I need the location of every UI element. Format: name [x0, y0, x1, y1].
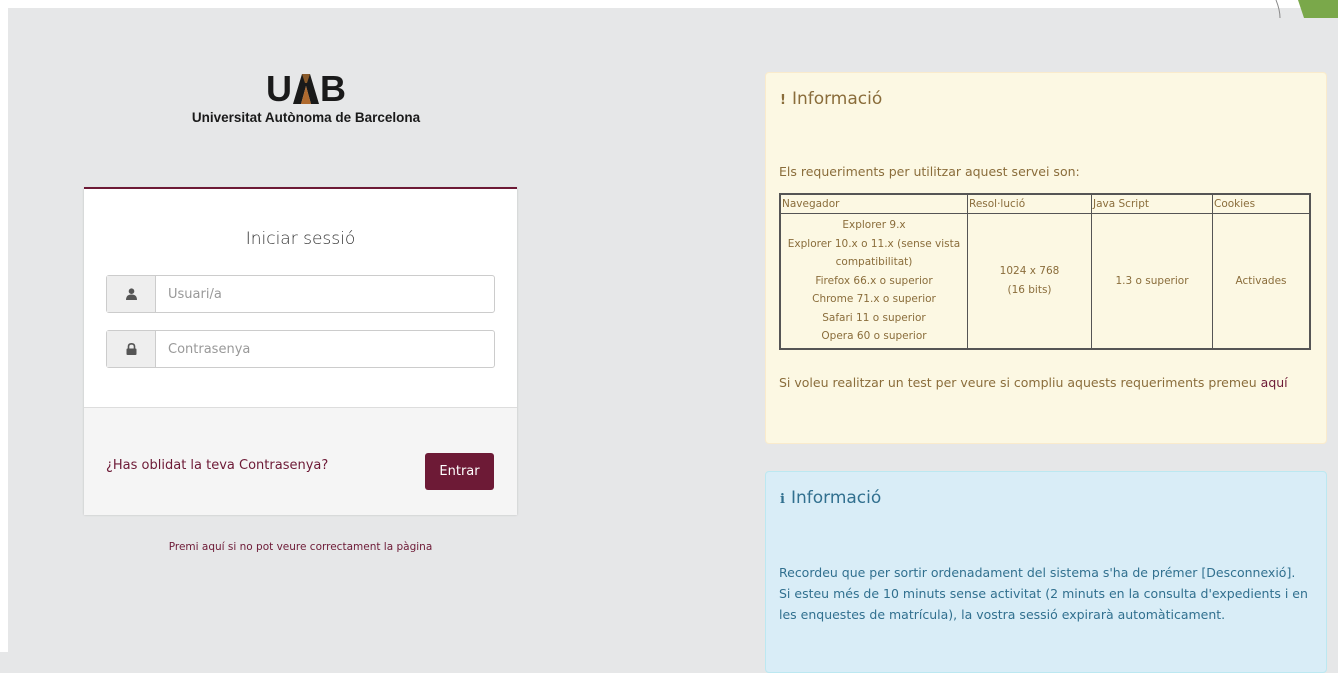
exclamation-icon: ! — [780, 93, 786, 108]
table-row: Explorer 9.x Explorer 10.x o 11.x (sense… — [779, 213, 1311, 349]
browser-item: Explorer 10.x o 11.x (sense vista compat… — [787, 237, 961, 269]
login-title: Iniciar sessió — [245, 229, 356, 249]
requirements-heading: ! Informació — [780, 89, 882, 109]
corner-decoration — [1275, 0, 1338, 18]
left-edge — [0, 8, 8, 652]
username-group — [106, 275, 495, 313]
password-group — [106, 330, 495, 368]
header-browser: Navegador — [779, 193, 968, 214]
username-input[interactable] — [156, 276, 494, 312]
resolution-value: 1024 x 768 — [999, 265, 1060, 278]
login-button[interactable]: Entrar — [425, 453, 494, 490]
logout-instruction: Recordeu que per sortir ordenadament del… — [779, 565, 1296, 580]
javascript-cell: 1.3 o superior — [1091, 213, 1213, 349]
logout-info-alert: i Informació Recordeu que per sortir ord… — [765, 471, 1327, 673]
header-resolution: Resol·lució — [967, 193, 1092, 214]
top-strip — [0, 0, 1338, 8]
session-timeout-notice: Si esteu més de 10 minuts sense activita… — [779, 586, 1308, 622]
header-cookies: Cookies — [1212, 193, 1311, 214]
requirements-alert: ! Informació Els requeriments per utilit… — [765, 72, 1327, 444]
browser-item: Explorer 9.x — [842, 219, 906, 231]
table-header-row: Navegador Resol·lució Java Script Cookie… — [779, 193, 1311, 214]
info-icon: i — [780, 492, 785, 507]
logo-subtitle: Universitat Autònoma de Barcelona — [191, 110, 421, 125]
forgot-password-link[interactable]: ¿Has oblidat la teva Contrasenya? — [106, 458, 328, 473]
login-footer: ¿Has oblidat la teva Contrasenya? Entrar — [84, 407, 517, 515]
requirements-table: Navegador Resol·lució Java Script Cookie… — [779, 193, 1311, 350]
display-help-link[interactable]: Premi aquí si no pot veure correctament … — [84, 541, 517, 553]
requirements-title: Informació — [791, 89, 883, 109]
requirements-intro: Els requeriments per utilitzar aquest se… — [779, 164, 1080, 179]
browser-item: Firefox 66.x o superior — [815, 274, 933, 287]
logo-letter-b: B — [320, 68, 346, 109]
browser-item: Safari 11 o superior — [822, 311, 926, 324]
test-requirements-text: Si voleu realitzar un test per veure si … — [779, 375, 1288, 390]
uab-logo: U B Universitat Autònoma de Barcelona — [176, 68, 436, 132]
logo-a-icon — [293, 74, 319, 104]
logo-letter-u: U — [266, 68, 292, 109]
lock-icon — [107, 331, 156, 367]
password-input[interactable] — [156, 331, 494, 367]
uab-logo-mark: U B — [266, 68, 346, 109]
logout-info-title: Informació — [790, 488, 882, 508]
resolution-cell: 1024 x 768 (16 bits) — [967, 213, 1092, 349]
test-requirements-label: Si voleu realitzar un test per veure si … — [779, 375, 1257, 390]
user-icon — [107, 276, 156, 312]
browser-item: Chrome 71.x o superior — [812, 293, 936, 305]
logout-info-text: Recordeu que per sortir ordenadament del… — [779, 562, 1319, 625]
header-javascript: Java Script — [1091, 193, 1213, 214]
browser-item: Opera 60 o superior — [821, 330, 927, 342]
resolution-depth: (16 bits) — [1007, 283, 1052, 296]
browser-list: Explorer 9.x Explorer 10.x o 11.x (sense… — [779, 213, 968, 349]
cookies-cell: Activades — [1212, 213, 1311, 349]
logout-info-heading: i Informació — [780, 488, 881, 508]
login-panel: Iniciar sessió ¿Has oblidat la teva Cont… — [84, 187, 517, 515]
test-requirements-link[interactable]: aquí — [1261, 375, 1288, 390]
